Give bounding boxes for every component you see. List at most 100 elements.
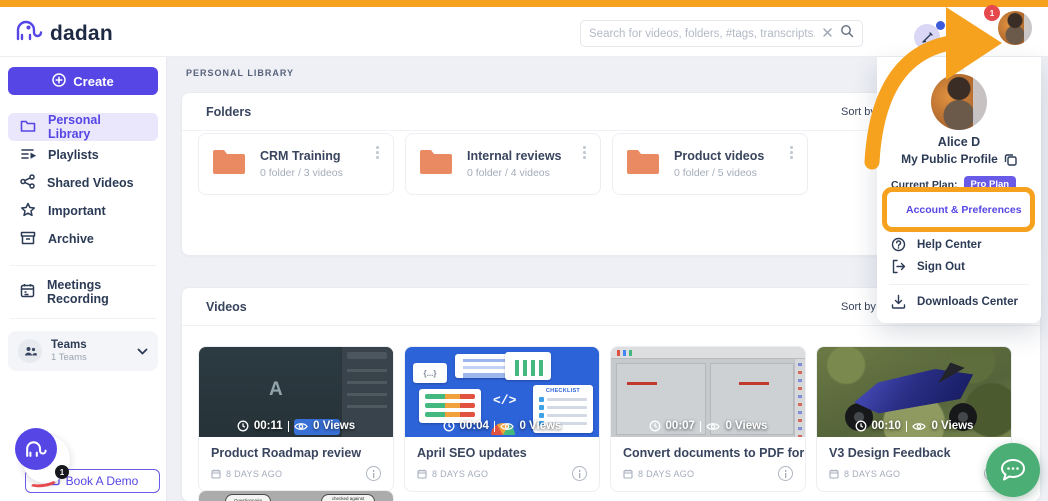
user-menu-dropdown: Alice D My Public Profile Current Plan: … (877, 57, 1041, 323)
star-icon (20, 202, 36, 220)
kebab-menu-icon[interactable] (578, 144, 590, 160)
copy-icon[interactable] (1004, 153, 1017, 166)
info-icon[interactable] (366, 466, 381, 481)
teams-section[interactable]: Teams 1 Teams (8, 331, 158, 371)
help-center-item[interactable]: Help Center (891, 237, 982, 252)
account-preferences-item[interactable]: Account & Preferences (882, 187, 1035, 232)
question-circle-icon (891, 237, 906, 252)
flow-node: Questionnaire (225, 494, 271, 501)
sidebar-item-label: Meetings Recording (47, 278, 109, 306)
folder-card-internal-reviews[interactable]: Internal reviews 0 folder / 4 videos (405, 133, 601, 195)
folders-title: Folders (206, 105, 252, 119)
video-duration: 00:07 (665, 420, 695, 432)
public-profile-link[interactable]: My Public Profile (877, 152, 1041, 166)
downloads-center-item[interactable]: Downloads Center (891, 294, 1018, 309)
eye-icon (500, 422, 515, 430)
video-views: 0 Views (313, 420, 356, 432)
clock-icon (855, 420, 866, 432)
sidebar-item-personal-library[interactable]: Personal Library (8, 113, 158, 141)
elephant-logo-icon (14, 18, 44, 49)
folder-card-crm-training[interactable]: CRM Training 0 folder / 3 videos (198, 133, 394, 195)
clock-icon (237, 420, 249, 432)
folder-icon (418, 148, 454, 181)
folder-meta: 0 folder / 4 videos (467, 167, 550, 179)
video-duration: 00:04 (459, 420, 489, 432)
chat-widget-button[interactable] (986, 443, 1040, 497)
video-thumbnail: 00:10 0 Views (817, 347, 1011, 437)
elephant-mascot-icon[interactable] (15, 428, 57, 470)
top-accent-bar (0, 0, 1048, 7)
user-name: Alice D (937, 135, 981, 149)
video-age: 8 DAYS AGO (432, 468, 489, 479)
plus-circle-icon (52, 72, 67, 90)
video-thumbnail: A 00:11 0 Views (199, 347, 393, 437)
video-title: Convert documents to PDF format (623, 446, 805, 460)
video-card-v3-design[interactable]: 00:10 0 Views V3 Design Feedback 8 DAYS … (816, 346, 1012, 492)
video-overlay: 00:04 0 Views (405, 420, 599, 432)
sidebar-item-archive[interactable]: Archive (8, 225, 158, 253)
video-card-product-roadmap[interactable]: A 00:11 0 Views Product Roadmap review 8… (198, 346, 394, 492)
thumbnail-barchart-chip (505, 352, 551, 380)
download-icon (891, 294, 906, 309)
clear-search-icon[interactable] (822, 25, 833, 43)
sign-out-label: Sign Out (917, 260, 965, 273)
sidebar-item-label: Archive (48, 232, 94, 246)
videos-sort-by[interactable]: Sort by : (841, 301, 882, 313)
sidebar-divider (10, 265, 156, 266)
video-title: April SEO updates (417, 446, 527, 460)
kebab-menu-icon[interactable] (785, 144, 797, 160)
video-views: 0 Views (725, 420, 768, 432)
video-age: 8 DAYS AGO (844, 468, 901, 479)
teams-subtitle: 1 Teams (51, 352, 87, 363)
kebab-menu-icon[interactable] (371, 144, 383, 160)
chevron-down-icon[interactable] (137, 342, 148, 360)
notification-dot (936, 21, 945, 30)
thumbnail-letter: A (269, 379, 283, 400)
video-views: 0 Views (931, 420, 974, 432)
video-title: Product Roadmap review (211, 446, 362, 460)
search-icon[interactable] (840, 24, 854, 43)
folders-row: CRM Training 0 folder / 3 videos Interna… (198, 133, 808, 195)
folder-card-product-videos[interactable]: Product videos 0 folder / 5 videos (612, 133, 808, 195)
user-avatar[interactable] (998, 11, 1032, 45)
checklist-title: CHECKLIST (545, 388, 581, 394)
video-card-convert-pdf[interactable]: 00:07 0 Views Convert documents to PDF f… (610, 346, 806, 492)
folder-name: CRM Training (260, 149, 341, 163)
video-card-partial[interactable]: Questionnaire checked against specificat… (198, 490, 394, 501)
sidebar-item-meetings-recording[interactable]: Meetings Recording (8, 278, 158, 306)
folder-name: Internal reviews (467, 149, 562, 163)
folder-name: Product videos (674, 149, 765, 163)
calendar-icon (623, 469, 633, 479)
folders-sort-by[interactable]: Sort by : (841, 106, 882, 118)
dropdown-divider (889, 284, 1029, 285)
video-title: V3 Design Feedback (829, 446, 951, 460)
info-icon[interactable] (778, 466, 793, 481)
video-card-april-seo[interactable]: {...} CHECKLIST </> 00:04 0 Views April … (404, 346, 600, 492)
video-views: 0 Views (519, 420, 562, 432)
sidebar-item-shared-videos[interactable]: Shared Videos (8, 169, 158, 197)
thumbnail-braces-chip: {...} (413, 363, 447, 383)
create-button[interactable]: Create (8, 67, 158, 95)
eye-icon (912, 422, 927, 430)
share-icon (20, 174, 35, 192)
video-overlay: 00:07 0 Views (611, 420, 805, 432)
thumbnail-toolbar-art (611, 347, 805, 359)
chat-bubble-icon (1001, 459, 1025, 481)
mascot-widget[interactable]: 1 (12, 425, 92, 495)
account-preferences-label: Account & Preferences (906, 203, 1022, 216)
logo[interactable]: dadan (14, 18, 113, 49)
sidebar-divider (10, 318, 156, 319)
avatar-notification-badge: 1 (984, 5, 1000, 21)
archive-icon (20, 231, 36, 248)
folder-icon (625, 148, 661, 181)
info-icon[interactable] (572, 466, 587, 481)
flow-node: checked against specification (321, 494, 375, 501)
sign-out-item[interactable]: Sign Out (891, 259, 965, 274)
teams-icon (18, 339, 42, 363)
search-input[interactable] (589, 27, 815, 40)
header: dadan (0, 7, 1048, 57)
sidebar-item-important[interactable]: Important (8, 197, 158, 225)
sidebar-item-playlists[interactable]: Playlists (8, 141, 158, 169)
teams-title: Teams (51, 339, 87, 351)
more-options-button[interactable] (946, 23, 976, 53)
